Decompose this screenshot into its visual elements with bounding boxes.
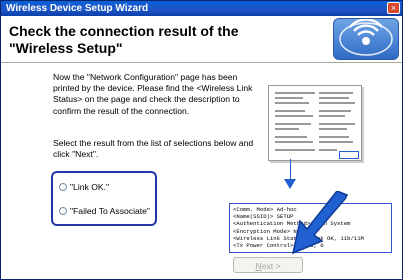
failed-to-associate-radio[interactable] <box>59 207 67 215</box>
title-bar[interactable]: Wireless Device Setup Wizard × <box>1 1 402 16</box>
failed-to-associate-label: "Failed To Associate" <box>70 206 150 216</box>
link-ok-label: "Link OK." <box>70 182 110 192</box>
wizard-header: Check the connection result of the "Wire… <box>1 16 402 63</box>
wizard-content: Now the "Network Configuration" page has… <box>1 63 402 279</box>
pointer-arrow-icon <box>291 191 349 255</box>
page-title-line-2: "Wireless Setup" <box>9 40 123 56</box>
link-status-highlight <box>339 151 359 159</box>
result-options-group: "Link OK." "Failed To Associate" <box>51 171 157 226</box>
close-button[interactable]: × <box>387 2 400 14</box>
instructions-text: Now the "Network Configuration" page has… <box>53 72 253 116</box>
next-button-label: ext > <box>261 261 281 271</box>
link-ok-radio[interactable] <box>59 183 67 191</box>
window-title: Wireless Device Setup Wizard <box>6 3 149 14</box>
page-title-line-1: Check the connection result of the <box>9 23 239 39</box>
failed-to-associate-option[interactable]: "Failed To Associate" <box>59 206 150 216</box>
down-arrow-icon <box>284 179 296 189</box>
next-button[interactable]: Next > <box>233 257 303 273</box>
link-ok-option[interactable]: "Link OK." <box>59 182 109 192</box>
selection-prompt: Select the result from the list of selec… <box>53 138 254 160</box>
wireless-logo-icon <box>333 18 399 60</box>
network-config-page-image <box>268 85 362 161</box>
wizard-window: Wireless Device Setup Wizard × Check the… <box>0 0 403 280</box>
